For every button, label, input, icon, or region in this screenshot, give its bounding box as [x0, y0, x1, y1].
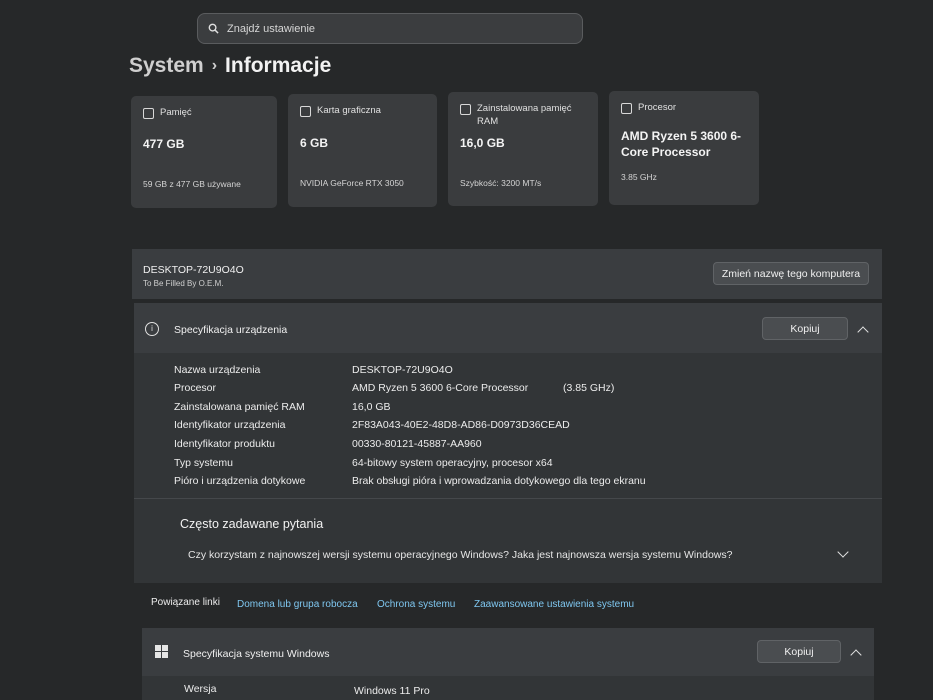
spec-value: 16,0 GB: [352, 401, 391, 413]
chevron-right-icon: ›: [211, 57, 218, 74]
search-placeholder: Znajdź ustawienie: [227, 22, 316, 35]
windows-logo-icon: [155, 645, 168, 658]
card-sub: 3.85 GHz: [621, 172, 657, 182]
storage-icon: [143, 108, 154, 119]
spec-value: Brak obsługi pióra i wprowadzania dotyko…: [352, 475, 646, 487]
spec-value: DESKTOP-72U9O4O: [352, 364, 453, 376]
card-value: AMD Ryzen 5 3600 6-Core Processor: [621, 129, 742, 159]
card-label: Pamięć: [160, 107, 192, 118]
page-title: Informacje: [225, 54, 332, 77]
chevron-down-icon[interactable]: [837, 546, 849, 558]
spec-value: AMD Ryzen 5 3600 6-Core Processor: [352, 382, 529, 394]
spec-label: Procesor: [174, 382, 217, 394]
card-label: Karta graficzna: [317, 105, 381, 116]
device-specs-header[interactable]: i Specyfikacja urządzenia Kopiuj: [134, 303, 882, 353]
spec-value: 2F83A043-40E2-48D8-AD86-D0973D36CEAD: [352, 419, 570, 431]
link-advanced-system-settings[interactable]: Zaawansowane ustawienia systemu: [474, 599, 634, 610]
divider: [134, 498, 882, 499]
spec-label: Pióro i urządzenia dotykowe: [174, 475, 306, 487]
computer-name: DESKTOP-72U9O4O: [143, 264, 244, 276]
spec-value: 00330-80121-45887-AA960: [352, 438, 482, 450]
spec-label: Typ systemu: [174, 457, 233, 469]
ram-icon: [460, 104, 471, 115]
copy-device-specs-button[interactable]: Kopiuj: [762, 317, 848, 340]
chevron-up-icon[interactable]: [850, 649, 862, 661]
windows-specs-title: Specyfikacja systemu Windows: [183, 648, 330, 660]
copy-windows-specs-button[interactable]: Kopiuj: [757, 640, 841, 663]
card-label: Procesor: [638, 102, 677, 113]
spec-label: Wersja: [184, 683, 217, 695]
card-value: 6 GB: [300, 136, 329, 150]
gpu-icon: [300, 106, 311, 117]
processor-card[interactable]: Procesor AMD Ryzen 5 3600 6-Core Process…: [609, 91, 759, 205]
faq-title: Często zadawane pytania: [180, 517, 324, 531]
spec-value: 64-bitowy system operacyjny, procesor x6…: [352, 457, 553, 469]
info-icon: i: [145, 322, 159, 336]
spec-label: Identyfikator urządzenia: [174, 419, 286, 431]
windows-specs-panel: Specyfikacja systemu Windows Kopiuj Wers…: [142, 628, 874, 700]
computer-model: To Be Filled By O.E.M.: [143, 279, 224, 288]
computer-name-panel: DESKTOP-72U9O4O To Be Filled By O.E.M. Z…: [132, 249, 882, 299]
card-value: 16,0 GB: [460, 136, 505, 150]
processor-icon: [621, 103, 632, 114]
chevron-up-icon[interactable]: [857, 326, 869, 338]
breadcrumb: System › Informacje: [129, 54, 331, 78]
rename-computer-button[interactable]: Zmień nazwę tego komputera: [713, 262, 869, 285]
related-links-label: Powiązane linki: [151, 597, 220, 608]
spec-label: Zainstalowana pamięć RAM: [174, 401, 305, 413]
spec-value: Windows 11 Pro: [354, 685, 430, 697]
faq-question[interactable]: Czy korzystam z najnowszej wersji system…: [188, 549, 732, 561]
card-sub: 59 GB z 477 GB używane: [143, 179, 241, 189]
card-sub: NVIDIA GeForce RTX 3050: [300, 178, 404, 188]
search-icon: [208, 23, 219, 34]
gpu-card[interactable]: Karta graficzna 6 GB NVIDIA GeForce RTX …: [288, 94, 437, 207]
breadcrumb-parent[interactable]: System: [129, 54, 204, 78]
storage-card[interactable]: Pamięć 477 GB 59 GB z 477 GB używane: [131, 96, 277, 208]
search-input[interactable]: Znajdź ustawienie: [197, 13, 583, 44]
link-domain-workgroup[interactable]: Domena lub grupa robocza: [237, 599, 358, 610]
link-system-protection[interactable]: Ochrona systemu: [377, 599, 455, 610]
spec-label: Nazwa urządzenia: [174, 364, 261, 376]
ram-card[interactable]: Zainstalowana pamięć RAM 16,0 GB Szybkoś…: [448, 92, 598, 206]
device-specs-title: Specyfikacja urządzenia: [174, 324, 288, 336]
card-sub: Szybkość: 3200 MT/s: [460, 178, 542, 188]
windows-specs-header[interactable]: Specyfikacja systemu Windows Kopiuj: [142, 628, 874, 676]
card-label: Zainstalowana pamięć RAM: [477, 103, 572, 127]
spec-label: Identyfikator produktu: [174, 438, 275, 450]
spec-extra: (3.85 GHz): [563, 382, 615, 394]
card-value: 477 GB: [143, 137, 185, 151]
